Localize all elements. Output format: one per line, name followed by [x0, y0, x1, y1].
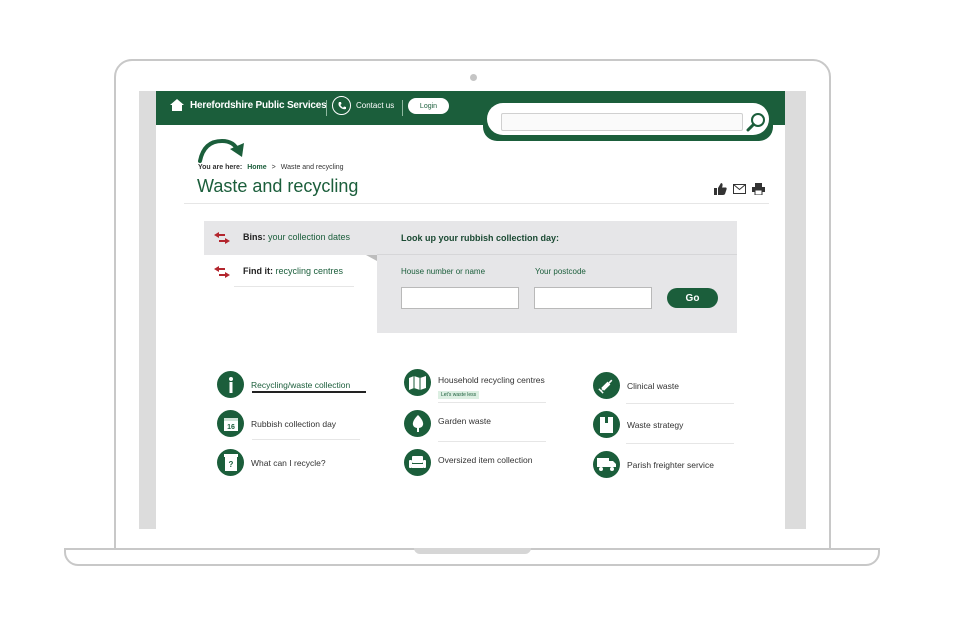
search-input[interactable] [501, 113, 743, 131]
contact-link[interactable]: Contact us [332, 96, 394, 115]
search-icon [746, 113, 765, 132]
go-button[interactable]: Go [667, 288, 718, 308]
house-input[interactable] [401, 287, 519, 309]
lookup-title: Look up your rubbish collection day: [401, 233, 560, 243]
search-button[interactable] [745, 111, 767, 133]
link-waste-strategy[interactable]: Waste strategy [593, 411, 683, 438]
postcode-label: Your postcode [535, 267, 586, 276]
link-label: What can I recycle? [251, 457, 326, 468]
active-underline [252, 391, 366, 393]
map-icon [404, 369, 431, 396]
breadcrumb: You are here: Home > Waste and recycling [198, 164, 344, 171]
login-button[interactable]: Login [408, 98, 449, 114]
panel-divider [377, 254, 737, 255]
swap-arrows-icon [214, 266, 230, 278]
link-clinical-waste[interactable]: Clinical waste [593, 372, 679, 399]
laptop-screen: Herefordshire Public Services Contact us… [139, 91, 806, 529]
camera-dot [470, 74, 477, 81]
link-rubbish-collection-day[interactable]: 16 Rubbish collection day [217, 410, 336, 437]
page-tools [714, 183, 765, 195]
print-icon[interactable] [752, 183, 765, 195]
link-oversized-item-collection[interactable]: Oversized item collection [404, 449, 532, 476]
web-page: Herefordshire Public Services Contact us… [156, 91, 785, 529]
tab-divider [234, 286, 354, 287]
swap-arrows-icon [214, 232, 230, 244]
breadcrumb-separator: > [271, 164, 276, 171]
link-divider [626, 443, 734, 444]
contact-label: Contact us [356, 101, 395, 110]
tab-find-label: Find it: recycling centres [243, 266, 344, 276]
email-icon[interactable] [733, 184, 746, 194]
link-label: Recycling/waste collection [251, 379, 351, 390]
link-label: Parish freighter service [627, 459, 714, 470]
header-divider [402, 100, 403, 116]
house-label: House number or name [401, 267, 486, 276]
postcode-input[interactable] [534, 287, 652, 309]
link-label: Oversized item collection [438, 454, 533, 465]
curved-arrow-icon [198, 138, 244, 163]
link-divider [626, 403, 734, 404]
info-icon [217, 371, 244, 398]
thumbs-up-icon[interactable] [714, 183, 727, 195]
link-recycling-waste-collection[interactable]: Recycling/waste collection [217, 371, 350, 398]
link-label: Garden waste [438, 415, 491, 426]
link-label: Waste strategy [627, 419, 684, 430]
breadcrumb-current: Waste and recycling [280, 164, 344, 171]
lookup-panel: Look up your rubbish collection day: Hou… [377, 221, 737, 333]
sofa-icon [404, 449, 431, 476]
link-label: Household recycling centres [438, 374, 545, 385]
site-logo[interactable]: Herefordshire Public Services [170, 99, 327, 111]
tab-corner [366, 255, 377, 261]
tab-find-it[interactable]: Find it: recycling centres [204, 255, 377, 289]
link-label: Clinical waste [627, 380, 679, 391]
svg-text:?: ? [228, 460, 233, 469]
link-divider [438, 441, 546, 442]
tab-bins[interactable]: Bins: your collection dates [204, 221, 377, 255]
tag-badge: Let's waste less [438, 391, 480, 399]
search-bar [483, 99, 773, 141]
link-label: Rubbish collection day [251, 418, 337, 429]
breadcrumb-lead: You are here: [198, 164, 243, 171]
link-divider [252, 439, 360, 440]
link-what-can-i-recycle[interactable]: ? What can I recycle? [217, 449, 326, 476]
syringe-icon [593, 372, 620, 399]
tree-icon [404, 410, 431, 437]
calendar-icon: 16 [217, 410, 244, 437]
site-name: Herefordshire Public Services [190, 99, 327, 111]
phone-icon [332, 96, 351, 115]
search-pill [487, 103, 769, 135]
breadcrumb-home[interactable]: Home [247, 164, 266, 171]
recycle-bin-icon: ? [217, 449, 244, 476]
truck-icon [593, 451, 620, 478]
link-garden-waste[interactable]: Garden waste [404, 410, 491, 437]
tab-bins-label: Bins: your collection dates [243, 232, 351, 242]
link-divider [438, 402, 546, 403]
svg-text:16: 16 [227, 424, 235, 431]
header-divider [326, 100, 327, 116]
document-icon [593, 411, 620, 438]
house-icon [170, 99, 184, 111]
title-divider [184, 203, 769, 204]
laptop-notch [414, 548, 531, 554]
page-title: Waste and recycling [197, 176, 359, 196]
link-parish-freighter-service[interactable]: Parish freighter service [593, 451, 714, 478]
